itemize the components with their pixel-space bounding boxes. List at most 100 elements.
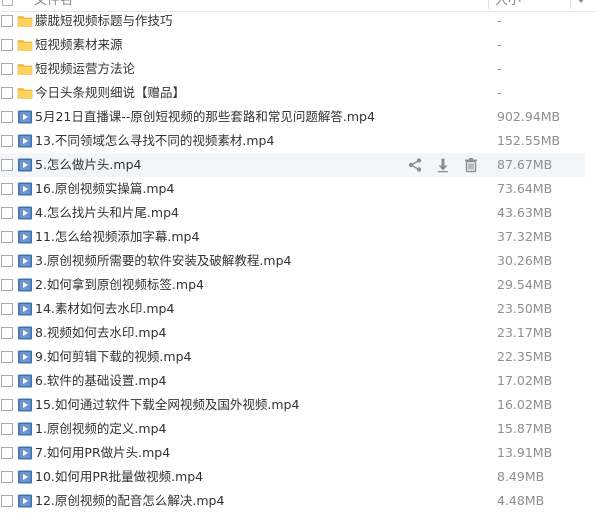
file-row[interactable]: 16.原创视频实操篇.mp4 73.64MB [0, 177, 596, 201]
row-checkbox[interactable] [1, 159, 13, 171]
row-checkbox[interactable] [1, 111, 13, 123]
file-size: 22.35MB [497, 349, 553, 364]
row-checkbox[interactable] [1, 255, 13, 267]
file-row[interactable]: 7.如何用PR做片头.mp4 13.91MB [0, 441, 596, 465]
row-checkbox[interactable] [1, 279, 13, 291]
column-header-name[interactable]: 文件名 [34, 0, 73, 9]
file-name[interactable]: 3.原创视频所需要的软件安装及破解教程.mp4 [35, 249, 291, 273]
file-size: 73.64MB [497, 181, 553, 196]
file-name[interactable]: 今日头条规则细说【赠品】 [35, 81, 185, 105]
row-checkbox[interactable] [1, 375, 13, 387]
download-icon[interactable] [435, 157, 451, 173]
file-size: 13.91MB [497, 445, 553, 460]
file-size: 17.02MB [497, 373, 553, 388]
video-file-icon [17, 373, 33, 392]
file-row[interactable]: 短视频运营方法论 - [0, 57, 596, 81]
file-name[interactable]: 9.如何剪辑下载的视频.mp4 [35, 345, 191, 369]
row-checkbox[interactable] [1, 63, 13, 75]
video-file-icon [17, 181, 33, 200]
file-name[interactable]: 4.怎么找片头和片尾.mp4 [35, 201, 179, 225]
select-all-checkbox[interactable] [2, 0, 13, 6]
file-size: 8.49MB [497, 469, 545, 484]
file-row[interactable]: 5.怎么做片头.mp4 87.67MB [0, 153, 596, 177]
file-name[interactable]: 朦胧短视频标题与作技巧 [35, 9, 173, 33]
video-file-icon [17, 157, 33, 176]
file-row[interactable]: 8.视频如何去水印.mp4 23.17MB [0, 321, 596, 345]
video-file-icon [17, 133, 33, 152]
row-checkbox[interactable] [1, 423, 13, 435]
row-checkbox[interactable] [1, 303, 13, 315]
file-name[interactable]: 15.如何通过软件下载全网视频及国外视频.mp4 [35, 393, 299, 417]
file-size: - [497, 61, 502, 76]
file-name[interactable]: 7.如何用PR做片头.mp4 [35, 441, 170, 465]
video-file-icon [17, 277, 33, 296]
file-row[interactable]: 朦胧短视频标题与作技巧 - [0, 9, 596, 33]
list-footer [0, 508, 596, 527]
row-checkbox[interactable] [1, 447, 13, 459]
file-name[interactable]: 6.软件的基础设置.mp4 [35, 369, 166, 393]
scrollbar-thumb[interactable] [588, 12, 593, 472]
file-size: 15.87MB [497, 421, 553, 436]
row-checkbox[interactable] [1, 87, 13, 99]
file-name[interactable]: 14.素材如何去水印.mp4 [35, 297, 174, 321]
file-name[interactable]: 5.怎么做片头.mp4 [35, 153, 141, 177]
vertical-scrollbar[interactable] [585, 12, 596, 512]
file-name[interactable]: 1.原创视频的定义.mp4 [35, 417, 166, 441]
video-file-icon [17, 253, 33, 272]
file-row[interactable]: 短视频素材来源 - [0, 33, 596, 57]
file-row[interactable]: 4.怎么找片头和片尾.mp4 43.63MB [0, 201, 596, 225]
video-file-icon [17, 205, 33, 224]
file-name[interactable]: 16.原创视频实操篇.mp4 [35, 177, 174, 201]
file-name[interactable]: 5月21日直播课--原创短视频的那些套路和常见问题解答.mp4 [35, 105, 375, 129]
file-name[interactable]: 2.如何拿到原创视频标签.mp4 [35, 273, 204, 297]
row-checkbox[interactable] [1, 207, 13, 219]
column-header-size[interactable]: 大小 [495, 0, 521, 9]
video-file-icon [17, 109, 33, 128]
file-name[interactable]: 13.不同领域怎么寻找不同的视频素材.mp4 [35, 129, 274, 153]
file-size: 87.67MB [497, 157, 553, 172]
column-divider[interactable] [488, 0, 489, 9]
file-size: 37.32MB [497, 229, 553, 244]
column-divider[interactable] [570, 0, 571, 9]
delete-icon[interactable] [463, 157, 479, 173]
row-checkbox[interactable] [1, 231, 13, 243]
file-row[interactable]: 14.素材如何去水印.mp4 23.50MB [0, 297, 596, 321]
row-checkbox[interactable] [1, 351, 13, 363]
video-file-icon [17, 229, 33, 248]
row-checkbox[interactable] [1, 399, 13, 411]
file-row[interactable]: 3.原创视频所需要的软件安装及破解教程.mp4 30.26MB [0, 249, 596, 273]
row-checkbox[interactable] [1, 327, 13, 339]
sort-arrow-icon[interactable] [577, 0, 585, 3]
file-size: 902.94MB [497, 109, 561, 124]
file-row[interactable]: 10.如何用PR批量做视频.mp4 8.49MB [0, 465, 596, 489]
file-name[interactable]: 8.视频如何去水印.mp4 [35, 321, 166, 345]
file-row[interactable]: 5月21日直播课--原创短视频的那些套路和常见问题解答.mp4 902.94MB [0, 105, 596, 129]
folder-icon [17, 61, 33, 80]
file-row[interactable]: 11.怎么给视频添加字幕.mp4 37.32MB [0, 225, 596, 249]
file-size: - [497, 85, 502, 100]
file-name[interactable]: 短视频素材来源 [35, 33, 123, 57]
folder-icon [17, 37, 33, 56]
row-checkbox[interactable] [1, 471, 13, 483]
row-checkbox[interactable] [1, 183, 13, 195]
row-checkbox[interactable] [1, 39, 13, 51]
file-row[interactable]: 9.如何剪辑下载的视频.mp4 22.35MB [0, 345, 596, 369]
file-row[interactable]: 15.如何通过软件下载全网视频及国外视频.mp4 16.02MB [0, 393, 596, 417]
file-name[interactable]: 10.如何用PR批量做视频.mp4 [35, 465, 203, 489]
file-row[interactable]: 1.原创视频的定义.mp4 15.87MB [0, 417, 596, 441]
row-checkbox[interactable] [1, 15, 13, 27]
row-checkbox[interactable] [1, 495, 13, 507]
file-row[interactable]: 2.如何拿到原创视频标签.mp4 29.54MB [0, 273, 596, 297]
file-size: 152.55MB [497, 133, 561, 148]
file-size: 16.02MB [497, 397, 553, 412]
file-name[interactable]: 短视频运营方法论 [35, 57, 135, 81]
row-checkbox[interactable] [1, 135, 13, 147]
file-row[interactable]: 6.软件的基础设置.mp4 17.02MB [0, 369, 596, 393]
file-row[interactable]: 13.不同领域怎么寻找不同的视频素材.mp4 152.55MB [0, 129, 596, 153]
file-name[interactable]: 11.怎么给视频添加字幕.mp4 [35, 225, 199, 249]
share-icon[interactable] [407, 157, 423, 173]
video-file-icon [17, 469, 33, 488]
file-size: - [497, 37, 502, 52]
file-list: 文件名 大小 朦胧短视频标题与作技巧 - 短视频素材来源 - 短视频运营方法论 - 今日头条… [0, 0, 596, 527]
file-row[interactable]: 今日头条规则细说【赠品】 - [0, 81, 596, 105]
